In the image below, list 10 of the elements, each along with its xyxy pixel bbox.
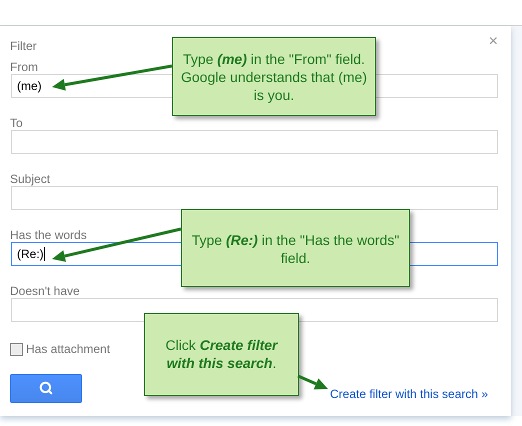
callout-tooltip: Type (Re:) in the "Has the words" field. xyxy=(181,209,410,287)
dialog-title: Filter xyxy=(10,38,37,55)
callout-tooltip: Click Create filter with this search. xyxy=(144,313,299,396)
field-label: From xyxy=(10,59,38,74)
field-label: Subject xyxy=(10,171,50,186)
field-label: Doesn't have xyxy=(10,283,80,298)
field-label: Has the words xyxy=(10,227,87,242)
checkbox-label: Has attachment xyxy=(26,341,110,358)
field-label: To xyxy=(10,115,23,130)
callout-tooltip: Type (me) in the "From" field. Google understands that (me) is you. xyxy=(172,37,376,116)
